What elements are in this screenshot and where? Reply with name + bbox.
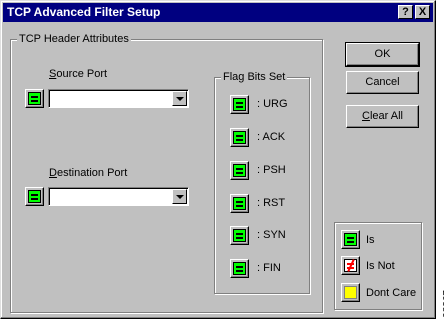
equals-icon	[28, 190, 41, 203]
destination-port-operator-button[interactable]	[25, 187, 44, 206]
equals-icon	[344, 233, 357, 246]
chevron-down-icon[interactable]	[172, 189, 187, 204]
clear-all-label: lear All	[369, 110, 403, 122]
rst-label: : RST	[257, 197, 286, 209]
ack-operator-button[interactable]	[230, 128, 249, 147]
chevron-down-icon[interactable]	[172, 91, 187, 106]
fin-label: : FIN	[257, 262, 281, 274]
destination-port-label-text: estination Port	[56, 167, 128, 179]
legend-is-not-label: Is Not	[366, 260, 395, 272]
title-bar[interactable]: TCP Advanced Filter Setup ? X	[3, 3, 433, 22]
clear-all-button[interactable]: Clear All	[346, 105, 419, 128]
not-equals-icon	[344, 259, 357, 272]
ack-label: : ACK	[257, 131, 286, 143]
rst-operator-button[interactable]	[230, 194, 249, 213]
group-label: TCP Header Attributes	[17, 33, 131, 45]
legend-dont-care-label: Dont Care	[366, 287, 417, 299]
syn-label: : SYN	[257, 229, 286, 241]
clear-all-accel: C	[362, 110, 370, 122]
flag-bits-label: Flag Bits Set	[221, 71, 288, 83]
psh-operator-button[interactable]	[230, 161, 249, 180]
destination-port-combobox[interactable]	[48, 187, 189, 206]
legend-is-label: Is	[366, 234, 375, 246]
source-port-label: Source Port	[49, 68, 107, 80]
equals-icon	[233, 262, 246, 275]
equals-icon	[233, 197, 246, 210]
fin-operator-button[interactable]	[230, 259, 249, 278]
legend-is-swatch	[341, 230, 360, 249]
tcp-filter-dialog: TCP Advanced Filter Setup ? X TCP Header…	[0, 0, 436, 319]
equals-icon	[233, 229, 246, 242]
destination-port-label: Destination Port	[49, 167, 127, 179]
source-port-label-text: ource Port	[56, 68, 108, 80]
urg-operator-button[interactable]	[230, 95, 249, 114]
ok-button[interactable]: OK	[345, 42, 420, 67]
equals-icon	[233, 98, 246, 111]
equals-icon	[233, 131, 246, 144]
cancel-button[interactable]: Cancel	[346, 71, 419, 94]
legend-is-not-swatch	[341, 256, 360, 275]
help-button[interactable]: ?	[398, 5, 413, 19]
psh-label: : PSH	[257, 164, 286, 176]
equals-icon	[233, 164, 246, 177]
legend-dont-care-swatch	[341, 283, 360, 302]
destination-port-accel: D	[49, 167, 57, 179]
source-port-combobox[interactable]	[48, 89, 189, 108]
close-button[interactable]: X	[415, 5, 430, 19]
source-port-operator-button[interactable]	[25, 89, 44, 108]
urg-label: : URG	[257, 98, 288, 110]
window-title: TCP Advanced Filter Setup	[7, 5, 161, 19]
dont-care-icon	[344, 286, 357, 299]
syn-operator-button[interactable]	[230, 226, 249, 245]
equals-icon	[28, 92, 41, 105]
